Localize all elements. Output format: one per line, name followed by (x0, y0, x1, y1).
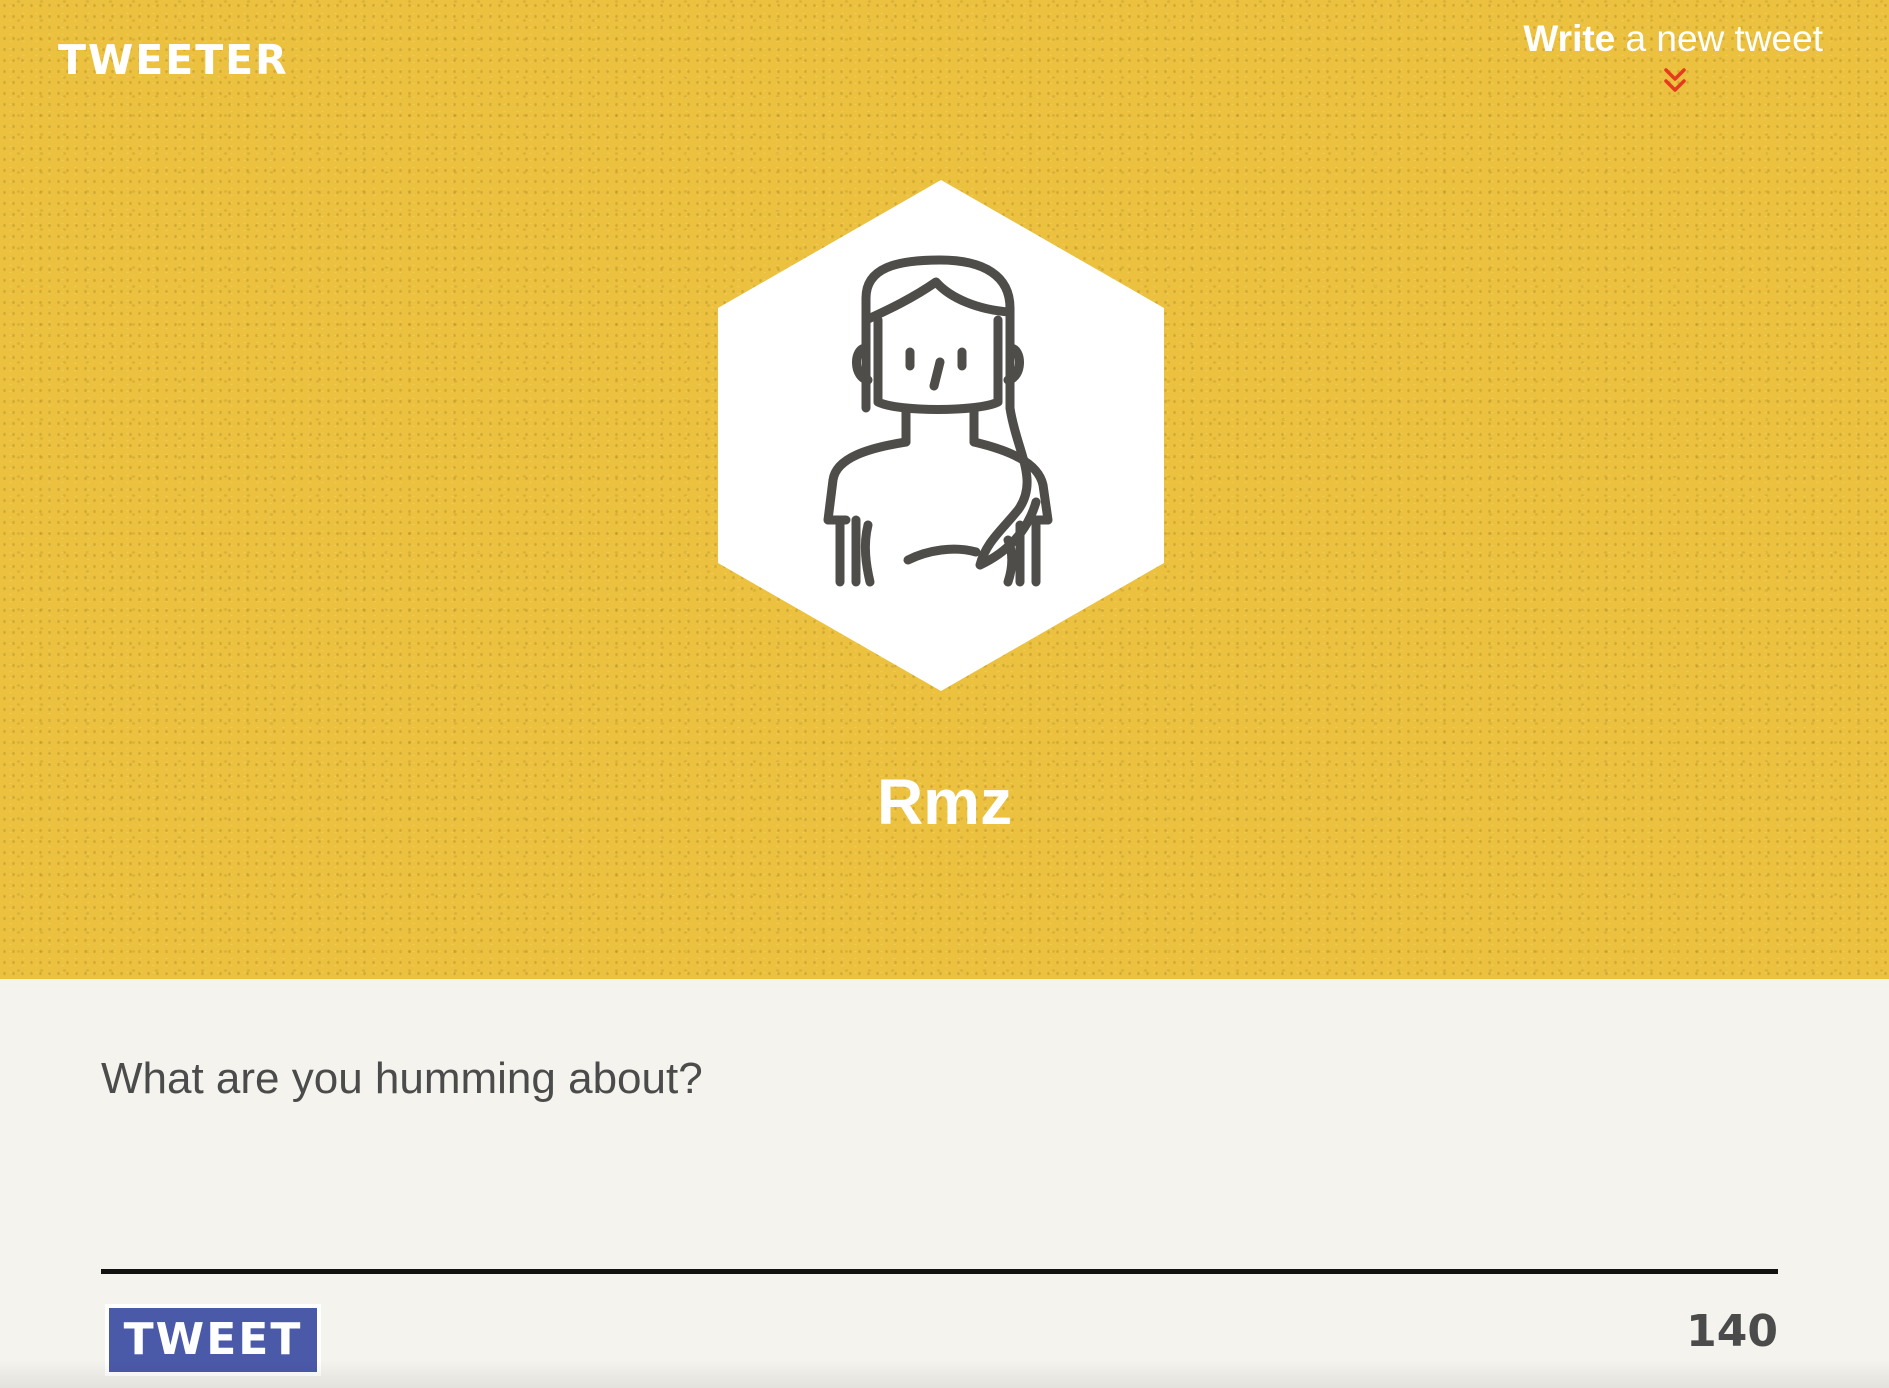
app-logo[interactable]: TWEETER (58, 36, 289, 84)
tweet-input[interactable] (101, 1054, 1778, 1214)
profile-username: Rmz (876, 766, 1013, 838)
double-chevron-down-icon[interactable] (1663, 66, 1687, 96)
profile-hero: TWEETER Write a new tweet Rmz (0, 0, 1889, 979)
write-link-rest: a new tweet (1615, 18, 1823, 59)
avatar (718, 180, 1164, 691)
write-new-tweet-link[interactable]: Write a new tweet (1503, 18, 1823, 60)
composer-divider (101, 1269, 1778, 1274)
character-counter: 140 (1686, 1306, 1778, 1357)
write-link-bold: Write (1523, 18, 1616, 59)
tweet-composer: TWEET 140 (0, 979, 1889, 1388)
bottom-shadow (0, 1360, 1889, 1388)
